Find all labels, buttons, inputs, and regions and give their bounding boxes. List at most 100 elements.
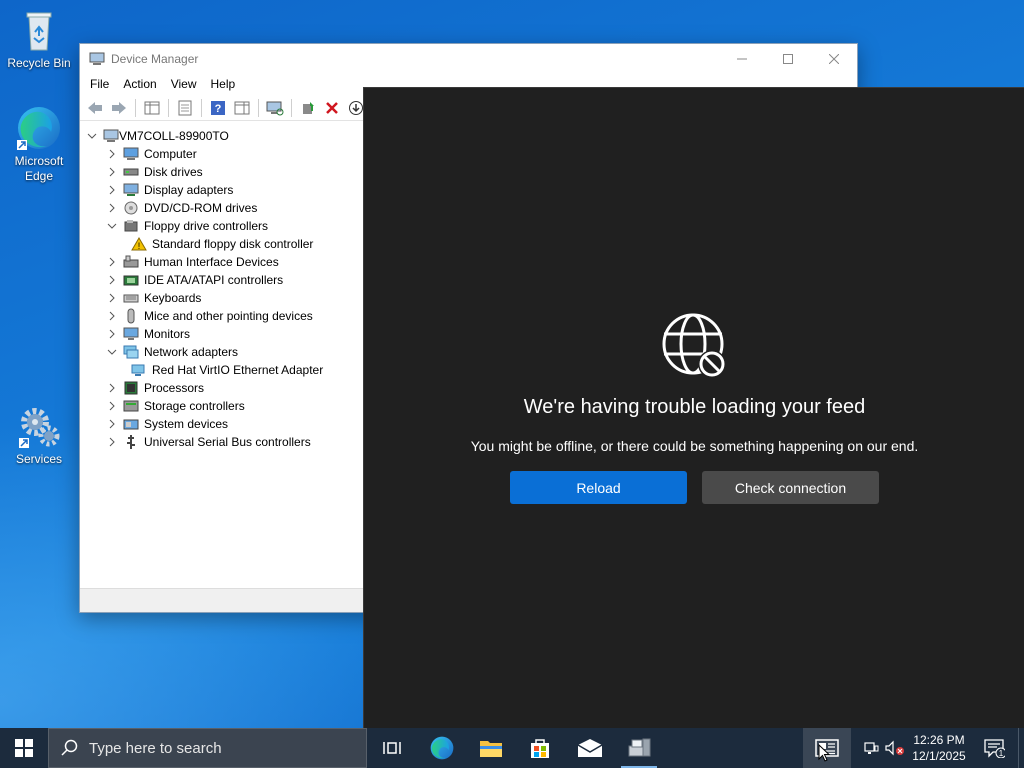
- forward-button[interactable]: [108, 97, 130, 119]
- tree-category-item[interactable]: IDE ATA/ATAPI controllers: [105, 271, 283, 289]
- keyboard-icon: [123, 290, 139, 306]
- start-button[interactable]: [0, 728, 48, 768]
- back-arrow-icon: [88, 101, 102, 114]
- task-view-button[interactable]: [368, 728, 416, 768]
- uninstall-device-button[interactable]: [321, 97, 343, 119]
- console-tree-icon: [144, 101, 160, 114]
- chevron-right-icon[interactable]: [105, 165, 119, 179]
- chevron-right-icon[interactable]: [105, 327, 119, 341]
- taskbar-clock[interactable]: 12:26 PM 12/1/2025: [906, 728, 972, 768]
- chevron-right-icon[interactable]: [105, 201, 119, 215]
- taskbar-search-box[interactable]: Type here to search: [48, 728, 367, 768]
- check-connection-button[interactable]: Check connection: [702, 471, 879, 504]
- tree-child-item[interactable]: Red Hat VirtIO Ethernet Adapter: [125, 361, 323, 379]
- tree-item-label: Monitors: [144, 327, 191, 341]
- tree-category-item[interactable]: Universal Serial Bus controllers: [105, 433, 311, 451]
- task-view-icon: [383, 742, 401, 754]
- taskbar-edge-button[interactable]: [418, 728, 466, 768]
- menu-file[interactable]: File: [83, 77, 116, 91]
- chevron-right-icon[interactable]: [105, 255, 119, 269]
- tree-item-label: Network adapters: [144, 345, 239, 359]
- clock-time: 12:26 PM: [913, 733, 965, 747]
- chevron-right-icon[interactable]: [105, 435, 119, 449]
- tree-root-label: VM7COLL-89900TO: [119, 129, 229, 143]
- tree-root[interactable]: VM7COLL-89900TO: [85, 127, 229, 145]
- tree-item-label: Disk drives: [144, 165, 203, 179]
- properties-button[interactable]: [174, 97, 196, 119]
- display-adapter-icon: [123, 182, 139, 198]
- taskbar-store-button[interactable]: [516, 728, 564, 768]
- download-circle-icon: [349, 100, 363, 115]
- back-button[interactable]: [84, 97, 106, 119]
- ethernet-adapter-icon: [131, 362, 147, 378]
- tree-item-label: Keyboards: [144, 291, 202, 305]
- tree-category-item[interactable]: Disk drives: [105, 163, 203, 181]
- store-bag-icon: [531, 739, 549, 758]
- chevron-down-icon[interactable]: [105, 345, 119, 359]
- network-icon: [864, 742, 879, 754]
- tray-network-button[interactable]: [862, 728, 880, 768]
- toolbar-separator: [168, 98, 169, 117]
- minimize-button[interactable]: [719, 44, 765, 73]
- maximize-icon: [783, 53, 793, 64]
- chevron-right-icon[interactable]: [105, 183, 119, 197]
- chevron-right-icon[interactable]: [105, 309, 119, 323]
- desktop-icon-services[interactable]: Services: [1, 402, 77, 467]
- desktop-icon-edge[interactable]: Microsoft Edge: [1, 104, 77, 184]
- tree-item-label: Computer: [144, 147, 197, 161]
- ide-controller-icon: [123, 272, 139, 288]
- menu-view[interactable]: View: [164, 77, 204, 91]
- tree-item-label: Floppy drive controllers: [144, 219, 269, 233]
- tree-category-item[interactable]: Keyboards: [105, 289, 201, 307]
- title-bar[interactable]: Device Manager: [80, 44, 857, 73]
- chevron-right-icon[interactable]: [105, 273, 119, 287]
- chevron-down-icon[interactable]: [105, 219, 119, 233]
- taskbar-device-manager-button[interactable]: [615, 728, 663, 768]
- menu-help[interactable]: Help: [204, 77, 243, 91]
- search-placeholder: Type here to search: [89, 739, 222, 757]
- action-center-button[interactable]: 1: [978, 728, 1010, 768]
- tree-child-item[interactable]: ! Standard floppy disk controller: [125, 235, 313, 253]
- tree-category-item[interactable]: Computer: [105, 145, 197, 163]
- tree-category-item[interactable]: Display adapters: [105, 181, 233, 199]
- help-button[interactable]: ?: [207, 97, 229, 119]
- menu-action[interactable]: Action: [116, 77, 163, 91]
- dvd-drive-icon: [123, 200, 139, 216]
- chevron-down-icon[interactable]: [85, 129, 99, 143]
- tray-volume-button[interactable]: [884, 728, 906, 768]
- notification-count: 1: [999, 749, 1004, 758]
- update-driver-button[interactable]: [297, 97, 319, 119]
- tree-category-item[interactable]: Mice and other pointing devices: [105, 307, 313, 325]
- tree-category-item[interactable]: System devices: [105, 415, 228, 433]
- tree-category-item[interactable]: Storage controllers: [105, 397, 245, 415]
- monitor-scan-icon: [266, 101, 284, 115]
- close-button[interactable]: [811, 44, 857, 73]
- show-hide-console-tree-button[interactable]: [141, 97, 163, 119]
- show-desktop-button[interactable]: [1018, 728, 1024, 768]
- chevron-right-icon[interactable]: [105, 147, 119, 161]
- tree-category-item[interactable]: Floppy drive controllers: [105, 217, 268, 235]
- tree-category-item[interactable]: Processors: [105, 379, 204, 397]
- chevron-right-icon[interactable]: [105, 399, 119, 413]
- scan-hardware-button[interactable]: [264, 97, 286, 119]
- taskbar-mail-button[interactable]: [566, 728, 614, 768]
- toolbar-separator: [201, 98, 202, 117]
- chevron-right-icon[interactable]: [105, 417, 119, 431]
- chevron-right-icon[interactable]: [105, 381, 119, 395]
- mail-icon: [577, 739, 603, 757]
- chevron-right-icon[interactable]: [105, 291, 119, 305]
- hid-icon: [123, 254, 139, 270]
- action-pane-button[interactable]: [231, 97, 253, 119]
- tree-item-label: Processors: [144, 381, 205, 395]
- taskbar-file-explorer-button[interactable]: [467, 728, 515, 768]
- tree-category-item[interactable]: Network adapters: [105, 343, 238, 361]
- feed-error-title: We're having trouble loading your feed: [523, 396, 866, 418]
- floppy-controller-icon: [123, 218, 139, 234]
- mouse-icon: [123, 308, 139, 324]
- maximize-button[interactable]: [765, 44, 811, 73]
- tree-category-item[interactable]: DVD/CD-ROM drives: [105, 199, 257, 217]
- tree-category-item[interactable]: Human Interface Devices: [105, 253, 279, 271]
- reload-button[interactable]: Reload: [510, 471, 687, 504]
- desktop-icon-recycle-bin[interactable]: Recycle Bin: [1, 6, 77, 71]
- tree-category-item[interactable]: Monitors: [105, 325, 190, 343]
